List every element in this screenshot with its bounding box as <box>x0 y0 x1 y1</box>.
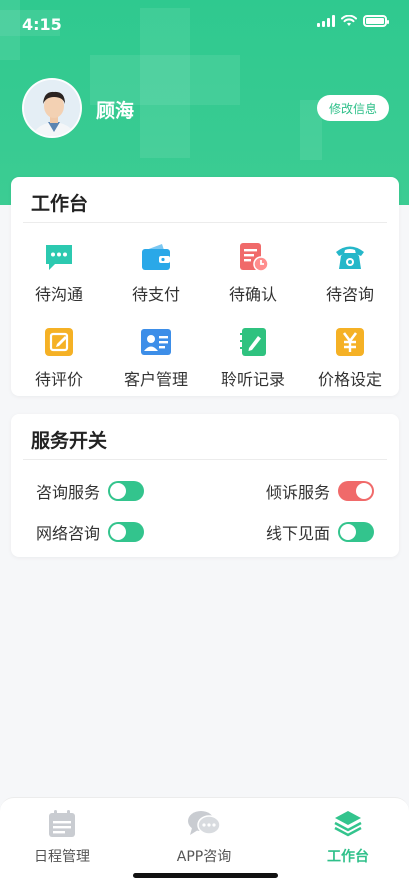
home-indicator <box>133 873 278 878</box>
chat-icon <box>46 245 72 270</box>
workbench-title: 工作台 <box>31 193 89 215</box>
user-name: 顾海 <box>96 100 135 122</box>
chat-bubbles-icon <box>188 811 221 835</box>
calendar-icon <box>49 810 75 837</box>
switch-confiding-service: 倾诉服务 <box>266 479 375 503</box>
grid-item-pending-consultation[interactable]: 待咨询 <box>302 241 398 305</box>
layers-icon <box>334 811 362 837</box>
telephone-icon <box>336 246 364 269</box>
services-title: 服务开关 <box>31 430 108 452</box>
tab-app-consultation[interactable]: APP咨询 <box>154 808 254 866</box>
grid-item-pending-review[interactable]: 待评价 <box>11 326 107 390</box>
tab-label: 工作台 <box>327 849 369 865</box>
grid-item-price-settings[interactable]: 价格设定 <box>302 326 398 390</box>
document-clock-icon <box>240 243 269 272</box>
yen-icon <box>336 328 364 356</box>
grid-item-label: 待咨询 <box>325 285 374 304</box>
switch-label: 倾诉服务 <box>266 483 331 502</box>
grid-item-pending-confirmation[interactable]: 待确认 <box>205 241 301 305</box>
services-card: 服务开关 咨询服务 倾诉服务 网络咨询 线下见面 <box>11 414 399 557</box>
consultation-service-toggle[interactable] <box>108 481 145 501</box>
grid-item-label: 待评价 <box>34 370 83 389</box>
switch-label: 网络咨询 <box>36 524 101 543</box>
grid-item-label: 待支付 <box>131 285 180 304</box>
grid-item-customer-management[interactable]: 客户管理 <box>108 326 204 390</box>
tab-label: APP咨询 <box>176 849 232 865</box>
grid-item-pending-payment[interactable]: 待支付 <box>108 241 204 305</box>
wifi-icon <box>341 15 357 26</box>
tab-schedule[interactable]: 日程管理 <box>12 808 112 866</box>
grid-item-label: 聆听记录 <box>220 370 285 389</box>
confiding-service-toggle[interactable] <box>338 481 375 501</box>
signal-icon <box>317 15 335 27</box>
tab-label: 日程管理 <box>34 849 90 865</box>
grid-item-label: 客户管理 <box>123 370 188 389</box>
tab-workbench[interactable]: 工作台 <box>298 808 398 866</box>
online-consultation-toggle[interactable] <box>108 522 145 542</box>
contact-card-icon <box>141 329 171 355</box>
offline-meeting-toggle[interactable] <box>338 522 375 542</box>
edit-icon <box>45 328 73 356</box>
switch-online-consultation: 网络咨询 <box>36 520 145 544</box>
switch-offline-meeting: 线下见面 <box>266 520 375 544</box>
avatar[interactable] <box>22 78 82 138</box>
status-time: 4:15 <box>22 15 62 34</box>
wallet-icon <box>142 244 170 270</box>
switch-consultation-service: 咨询服务 <box>36 479 145 503</box>
battery-icon <box>363 15 389 27</box>
workbench-card: 工作台 待沟通 待支付 待确认 待咨询 待评价 客户管理 聆听记录 价格设定 <box>11 177 399 396</box>
grid-item-pending-communication[interactable]: 待沟通 <box>11 241 107 305</box>
grid-item-listening-records[interactable]: 聆听记录 <box>205 326 301 390</box>
switch-label: 线下见面 <box>266 524 331 543</box>
grid-item-label: 待确认 <box>228 285 277 304</box>
status-icons <box>317 15 389 27</box>
grid-item-label: 待沟通 <box>34 285 83 304</box>
divider <box>23 222 387 223</box>
divider <box>23 459 387 460</box>
notebook-icon <box>240 328 266 356</box>
edit-profile-button[interactable]: 修改信息 <box>317 95 389 121</box>
switch-label: 咨询服务 <box>36 483 101 502</box>
status-bar: 4:15 <box>0 0 409 48</box>
grid-item-label: 价格设定 <box>317 370 382 389</box>
